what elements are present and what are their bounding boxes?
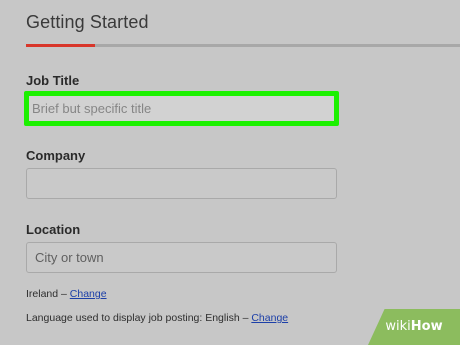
change-language-link[interactable]: Change: [251, 312, 288, 324]
company-label: Company: [26, 148, 86, 163]
watermark-prefix: wiki: [385, 319, 411, 334]
country-line: Ireland – Change: [26, 288, 107, 300]
progress-bar: [26, 44, 460, 47]
language-text: Language used to display job posting: En…: [26, 312, 252, 324]
change-country-link[interactable]: Change: [70, 288, 107, 300]
location-placeholder: City or town: [35, 250, 104, 265]
job-title-input[interactable]: Brief but specific title: [24, 91, 339, 126]
job-posting-form: Getting Started Job Title Brief but spec…: [0, 0, 460, 345]
job-title-placeholder: Brief but specific title: [32, 101, 152, 116]
wikihow-watermark: wikiHow: [368, 309, 460, 345]
location-label: Location: [26, 222, 81, 237]
watermark-suffix: How: [410, 319, 443, 334]
location-input[interactable]: City or town: [26, 242, 337, 273]
page-title: Getting Started: [26, 12, 149, 32]
country-text: Ireland –: [26, 288, 70, 300]
job-title-label: Job Title: [26, 73, 80, 88]
company-input[interactable]: [26, 168, 337, 199]
language-line: Language used to display job posting: En…: [26, 312, 288, 324]
progress-bar-fill: [26, 44, 95, 47]
